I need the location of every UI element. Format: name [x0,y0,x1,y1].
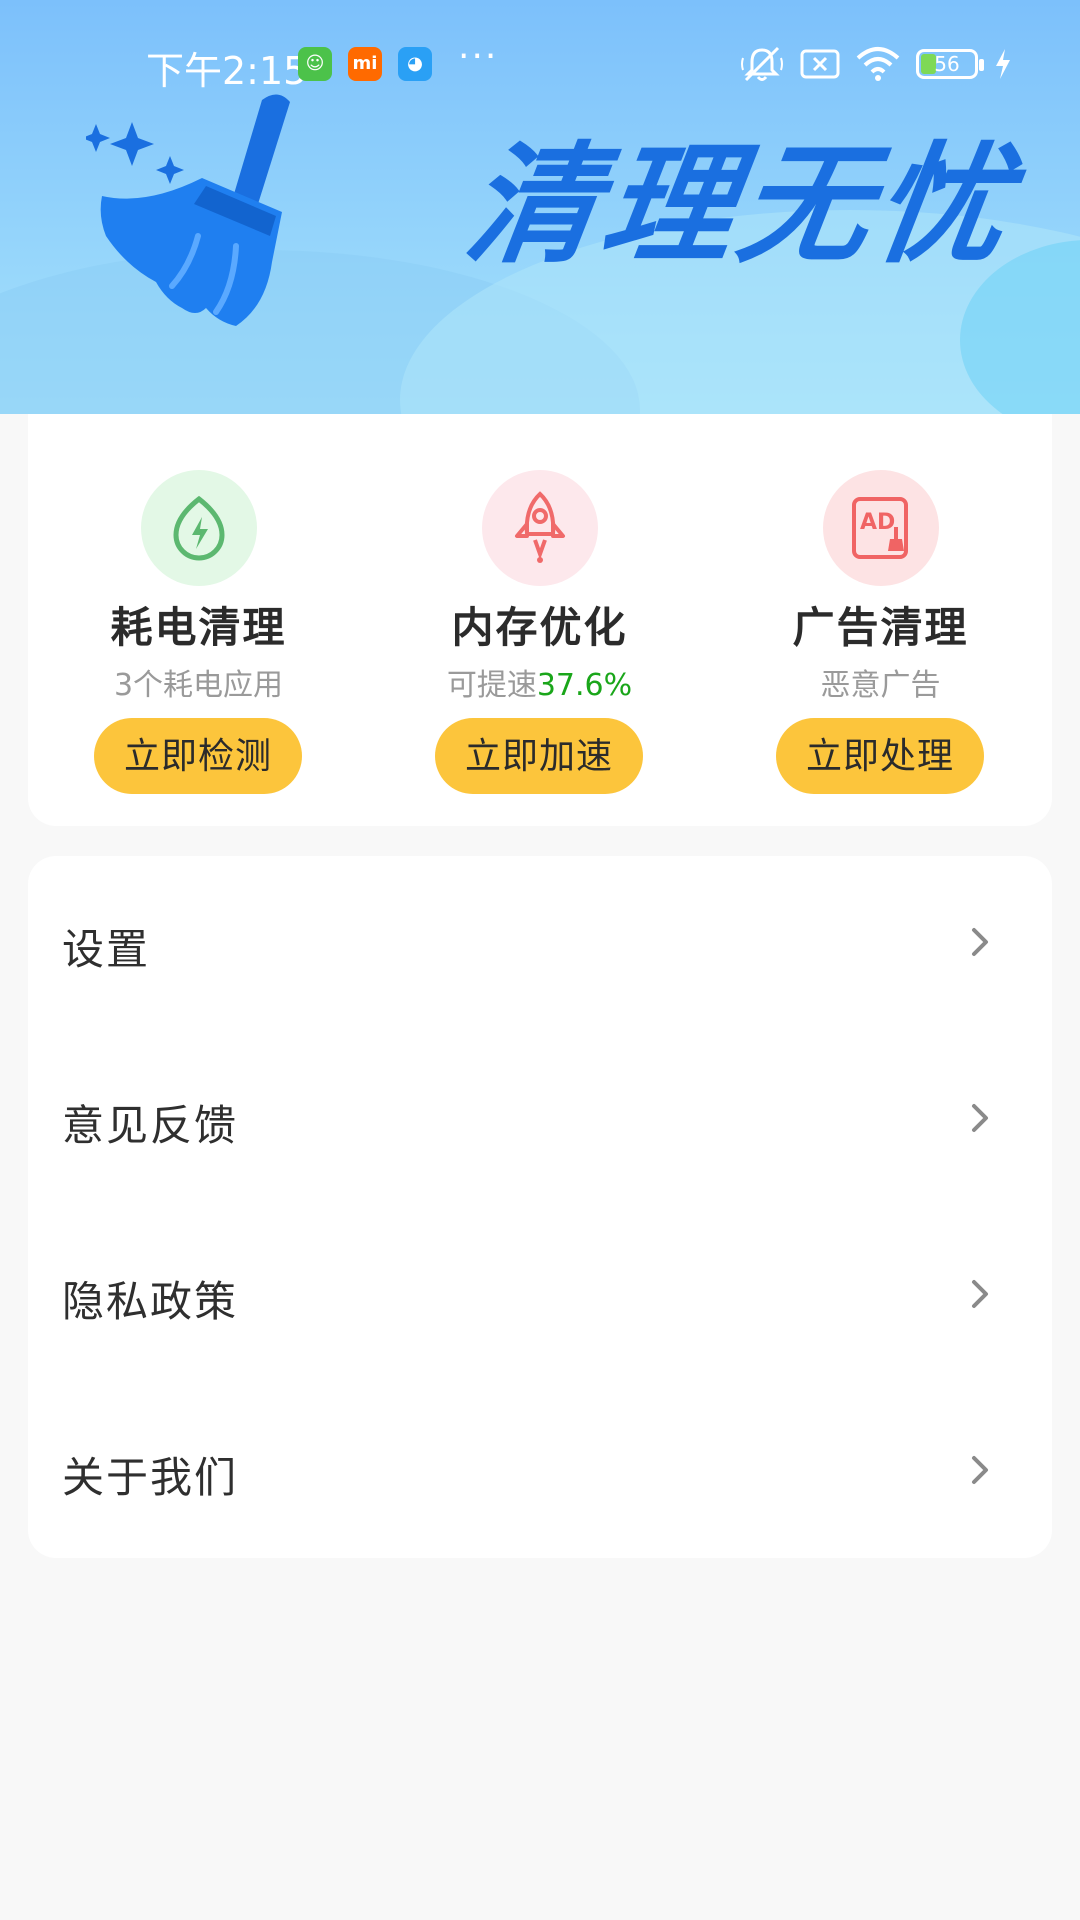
speedup-percent: 37.6% [536,668,633,703]
mute-bell-icon [741,46,783,82]
chevron-right-icon [972,928,988,956]
menu-item-settings[interactable]: 设置 [28,856,1052,1032]
feature-subtitle: 恶意广告 [820,668,941,703]
chevron-right-icon [972,1104,988,1132]
feature-subtitle: 可提速37.6% [446,668,633,703]
feature-title: 广告清理 [792,603,969,652]
feature-icon-circle [141,470,257,586]
menu-item-privacy-policy[interactable]: 隐私政策 [28,1208,1052,1384]
menu-item-label: 设置 [62,925,151,974]
svg-text:AD: AD [860,510,895,535]
wifi-icon [856,47,900,81]
feature-title: 内存优化 [451,603,628,652]
header-banner: 清理无忧 下午2:15 ☺ mi ◕ ··· 56 [0,0,1080,414]
menu-item-label: 关于我们 [62,1453,239,1502]
feature-ad-clean: AD 广告清理 恶意广告 立即处理 [710,414,1051,826]
menu-item-feedback[interactable]: 意见反馈 [28,1032,1052,1208]
rocket-icon [515,491,565,563]
blue-app-icon: ◕ [398,47,432,81]
feature-card: 耗电清理 3个耗电应用 立即检测 内存优化 可提速37.6% 立即加速 AD 广… [28,414,1052,826]
battery-icon: 56 [916,49,984,79]
feature-title: 耗电清理 [110,603,287,652]
banner-title: 清理无忧 [457,129,1023,281]
status-time: 下午2:15 [146,49,308,93]
feature-battery-clean: 耗电清理 3个耗电应用 立即检测 [28,414,369,826]
feature-subtitle: 3个耗电应用 [113,668,284,703]
status-bar: 下午2:15 ☺ mi ◕ ··· 56 [0,0,1080,130]
charging-icon [996,49,1010,79]
feature-icon-circle: AD [823,470,939,586]
mi-app-icon: mi [348,47,382,81]
settings-menu: 设置 意见反馈 隐私政策 关于我们 [28,856,1052,1558]
chevron-right-icon [972,1456,988,1484]
handle-now-button[interactable]: 立即处理 [776,718,984,794]
no-sim-icon [800,49,840,79]
battery-leaf-icon [173,495,225,561]
status-icons: 56 [740,44,1012,84]
chevron-right-icon [972,1280,988,1308]
menu-item-about-us[interactable]: 关于我们 [28,1384,1052,1560]
ad-clean-icon: AD [852,497,908,559]
green-app-icon: ☺ [298,47,332,81]
battery-level: 56 [934,52,960,76]
menu-item-label: 隐私政策 [62,1277,239,1326]
feature-icon-circle [482,470,598,586]
speed-up-now-button[interactable]: 立即加速 [435,718,643,794]
more-notifications-icon: ··· [458,36,499,77]
feature-memory-optimize: 内存优化 可提速37.6% 立即加速 [369,414,710,826]
detect-now-button[interactable]: 立即检测 [94,718,302,794]
menu-item-label: 意见反馈 [62,1101,239,1150]
